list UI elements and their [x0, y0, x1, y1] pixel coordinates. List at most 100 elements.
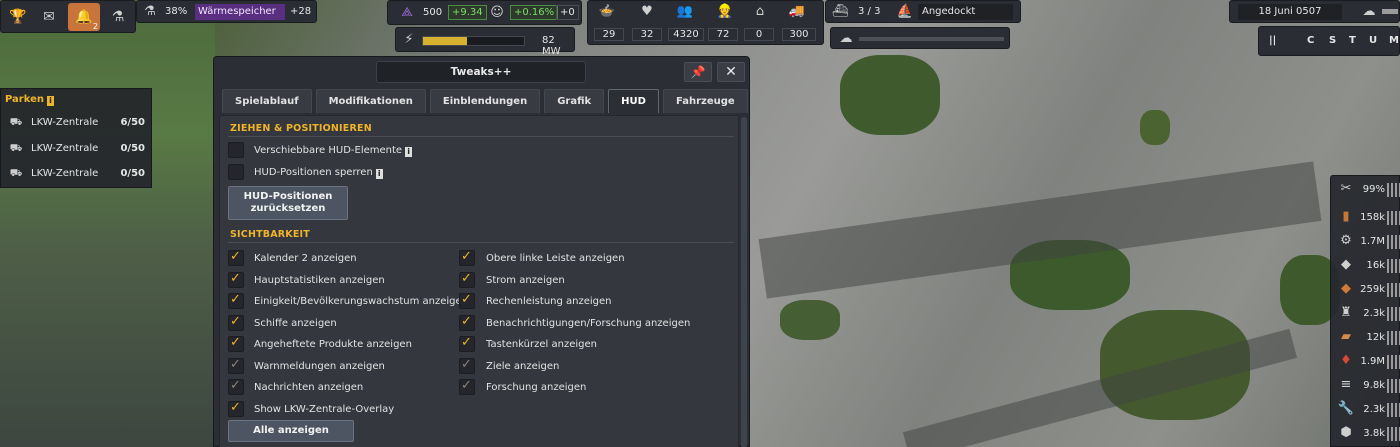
- product-value: 12k: [1366, 332, 1385, 343]
- scrollbar[interactable]: [741, 117, 747, 447]
- product-row[interactable]: ✂ 99%: [1335, 180, 1400, 201]
- tab-einblendungen[interactable]: Einblendungen: [429, 89, 541, 113]
- checkbox-visibility[interactable]: ✓: [228, 271, 244, 288]
- divider: [228, 242, 734, 243]
- section-drag-position: ZIEHEN & POSITIONIEREN: [230, 123, 372, 134]
- pause-button[interactable]: ||: [1269, 35, 1276, 46]
- checkbox-visibility[interactable]: ✓: [459, 378, 475, 395]
- show-all-button[interactable]: Alle anzeigen: [228, 420, 354, 442]
- pinned-product-bar[interactable]: ⚗ 38% Wärmespeicher +28: [136, 0, 317, 23]
- option-label: Obere linke Leiste anzeigen: [486, 253, 625, 264]
- vehicles-icon: 🚚: [788, 4, 806, 19]
- checkbox-visibility[interactable]: ✓: [459, 357, 475, 374]
- checkmark-icon: ✓: [230, 313, 241, 329]
- checkbox-visibility[interactable]: ✓: [459, 292, 475, 309]
- product-row[interactable]: ≡ 9.8k: [1335, 376, 1400, 397]
- speed-m[interactable]: M: [1389, 35, 1399, 46]
- pin-button[interactable]: 📌: [684, 62, 712, 82]
- population-growth-icon: ☺: [490, 5, 504, 20]
- tab-fahrzeuge[interactable]: Fahrzeuge: [662, 89, 748, 113]
- parking-label: LKW-Zentrale: [31, 143, 99, 154]
- weather-cloud-icon: ☁: [1362, 4, 1376, 19]
- tab-bar: Spielablauf Modifikationen Einblendungen…: [222, 89, 748, 114]
- checkbox-visibility[interactable]: ✓: [459, 249, 475, 266]
- pinned-products-panel: ✂ 99% ▮ 158k ⚙ 1.7M ◆ 16k ◆ 259k ♜ 2.3k ▰ 12k ♦…: [1330, 175, 1400, 447]
- checkbox-visibility[interactable]: ✓: [228, 357, 244, 374]
- checkbox-lock-hud[interactable]: [228, 164, 244, 180]
- speed-t[interactable]: T: [1349, 35, 1356, 46]
- product-bars: [1387, 235, 1400, 249]
- checkmark-icon: ✓: [230, 399, 241, 415]
- product-row[interactable]: ◆ 16k: [1335, 256, 1400, 277]
- vegetation: [1140, 110, 1170, 145]
- checkbox-movable-hud[interactable]: [228, 142, 244, 158]
- checkbox-visibility[interactable]: ✓: [459, 314, 475, 331]
- food-icon: 🍲: [598, 4, 616, 19]
- info-icon[interactable]: i: [47, 96, 55, 106]
- checkbox-visibility[interactable]: ✓: [228, 292, 244, 309]
- product-value: 1.9M: [1360, 356, 1385, 367]
- section-visibility: SICHTBARKEIT: [230, 229, 310, 240]
- checkbox-visibility[interactable]: ✓: [228, 335, 244, 352]
- parking-panel: Parken i ⛟ LKW-Zentrale 6/50 ⛟ LKW-Zentra…: [0, 88, 152, 188]
- unity-bar: ⟁ 500 +9.34 ☺ +0.16% +0: [387, 0, 582, 25]
- speed-c[interactable]: C: [1307, 35, 1314, 46]
- parking-label: LKW-Zentrale: [31, 117, 99, 128]
- parking-row[interactable]: ⛟ LKW-Zentrale 0/50: [7, 143, 147, 157]
- product-row[interactable]: ◆ 259k: [1335, 280, 1400, 301]
- stat-workers: 72: [708, 28, 738, 41]
- tab-modifikationen[interactable]: Modifikationen: [315, 89, 426, 113]
- power-bar: ⚡ 82 MW: [395, 27, 575, 57]
- date-bar: 18 Juni 0507 ☁: [1229, 0, 1400, 23]
- steel-icon: ≡: [1340, 377, 1352, 392]
- parking-row[interactable]: ⛟ LKW-Zentrale 0/50: [7, 168, 147, 182]
- parking-row[interactable]: ⛟ LKW-Zentrale 6/50: [7, 117, 147, 131]
- flask-icon[interactable]: ⚗: [103, 4, 133, 30]
- product-value: 3.8k: [1363, 428, 1385, 439]
- product-value: 9.8k: [1363, 380, 1385, 391]
- workers-icon: 👷: [716, 4, 734, 19]
- window-title[interactable]: Tweaks++: [376, 61, 586, 83]
- reset-hud-positions-button[interactable]: HUD-Positionen zurücksetzen: [228, 186, 348, 220]
- speed-u[interactable]: U: [1369, 35, 1377, 46]
- product-row[interactable]: ♦ 1.9M: [1335, 352, 1400, 373]
- product-name[interactable]: Wärmespeicher: [195, 4, 285, 20]
- tab-grafik[interactable]: Grafik: [544, 89, 605, 113]
- trophy-icon[interactable]: 🏆: [3, 4, 33, 30]
- truck-icon: ⛟: [9, 117, 23, 128]
- checkbox-visibility[interactable]: ✓: [228, 399, 244, 417]
- speed-s[interactable]: S: [1329, 35, 1336, 46]
- mail-icon[interactable]: ✉: [34, 4, 64, 30]
- tab-hud[interactable]: HUD: [608, 89, 659, 113]
- option-label: Warnmeldungen anzeigen: [254, 360, 385, 372]
- checkbox-visibility[interactable]: ✓: [459, 271, 475, 288]
- close-button[interactable]: ✕: [717, 62, 745, 82]
- product-row[interactable]: ♜ 2.3k: [1335, 304, 1400, 325]
- tab-spielablauf[interactable]: Spielablauf: [222, 89, 312, 113]
- speed-controls: || C S T U M: [1258, 26, 1400, 56]
- tweaks-window: Tweaks++ 📌 ✕ Spielablauf Modifikationen …: [213, 56, 750, 447]
- vegetation: [780, 300, 840, 340]
- product-row[interactable]: ▰ 12k: [1335, 328, 1400, 349]
- product-row[interactable]: ▮ 158k: [1335, 208, 1400, 229]
- option-label: HUD-Positionen sperren i: [254, 167, 383, 179]
- option-label: Forschung anzeigen: [486, 382, 587, 393]
- checkbox-visibility[interactable]: ✓: [459, 335, 475, 352]
- product-row[interactable]: ⬢ 3.8k: [1335, 424, 1400, 445]
- option-label: Ziele anzeigen: [486, 360, 560, 372]
- notifications-button[interactable]: 🔔 2: [68, 3, 100, 31]
- notification-badge: 2: [92, 22, 98, 31]
- checkbox-visibility[interactable]: ✓: [228, 378, 244, 395]
- checkbox-visibility[interactable]: ✓: [228, 249, 244, 266]
- info-icon[interactable]: i: [375, 169, 383, 179]
- health-icon: ♥: [641, 4, 653, 19]
- option-label: Benachrichtigungen/Forschung anzeigen: [486, 317, 691, 329]
- option-label: Angeheftete Produkte anzeigen: [254, 339, 412, 350]
- info-icon[interactable]: i: [405, 147, 413, 157]
- product-row[interactable]: 🔧 2.3k: [1335, 400, 1400, 421]
- power-value: 82 MW: [542, 35, 561, 57]
- product-row[interactable]: ⚙ 1.7M: [1335, 232, 1400, 253]
- checkbox-visibility[interactable]: ✓: [228, 313, 244, 331]
- power-meter: [422, 36, 525, 46]
- scrollbar-thumb[interactable]: [741, 117, 747, 447]
